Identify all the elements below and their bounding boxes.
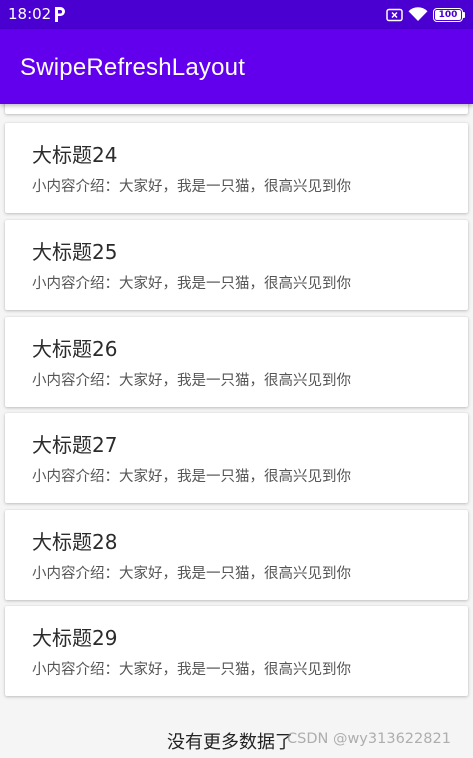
battery-icon: 100	[433, 7, 465, 22]
item-desc: 小内容介绍：大家好，我是一只猫，很高兴见到你	[32, 179, 351, 195]
list-item[interactable]: 大标题27 小内容介绍：大家好，我是一只猫，很高兴见到你	[5, 413, 468, 503]
list-item[interactable]: 大标题28 小内容介绍：大家好，我是一只猫，很高兴见到你	[5, 510, 468, 600]
app-bar: SwipeRefreshLayout	[0, 29, 473, 104]
battery-body: 100	[433, 7, 463, 22]
app-title: SwipeRefreshLayout	[20, 54, 246, 81]
list-item[interactable]: 大标题24 小内容介绍：大家好，我是一只猫，很高兴见到你	[5, 123, 468, 213]
item-title: 大标题27	[32, 433, 118, 457]
list-item[interactable]: 大标题26 小内容介绍：大家好，我是一只猫，很高兴见到你	[5, 317, 468, 407]
item-desc: 小内容介绍：大家好，我是一只猫，很高兴见到你	[32, 469, 351, 485]
item-desc: 小内容介绍：大家好，我是一只猫，很高兴见到你	[32, 662, 351, 678]
watermark: CSDN @wy313622821	[287, 731, 451, 747]
status-icons: 100	[386, 5, 465, 24]
item-desc: 小内容介绍：大家好，我是一只猫，很高兴见到你	[32, 566, 351, 582]
no-more-data-label: 没有更多数据了	[167, 732, 293, 753]
item-title: 大标题26	[32, 337, 118, 361]
item-title: 大标题24	[32, 143, 118, 167]
item-title: 大标题29	[32, 626, 118, 650]
item-title: 大标题25	[32, 240, 118, 264]
refresh-list[interactable]: 大标题24 小内容介绍：大家好，我是一只猫，很高兴见到你 大标题25 小内容介绍…	[0, 104, 473, 758]
item-title: 大标题28	[32, 530, 118, 554]
list-item[interactable]: 大标题25 小内容介绍：大家好，我是一只猫，很高兴见到你	[5, 220, 468, 310]
parking-p-icon	[55, 7, 65, 22]
status-bar: 18:02 100	[0, 0, 473, 29]
item-desc: 小内容介绍：大家好，我是一只猫，很高兴见到你	[32, 373, 351, 389]
battery-level: 100	[438, 9, 458, 20]
sim-card-x-icon	[386, 8, 403, 21]
list-item-partial[interactable]	[5, 104, 468, 114]
list-item[interactable]: 大标题29 小内容介绍：大家好，我是一只猫，很高兴见到你	[5, 606, 468, 696]
status-time: 18:02	[8, 5, 52, 23]
battery-tip	[463, 11, 465, 18]
item-desc: 小内容介绍：大家好，我是一只猫，很高兴见到你	[32, 276, 351, 292]
wifi-icon	[408, 7, 428, 21]
